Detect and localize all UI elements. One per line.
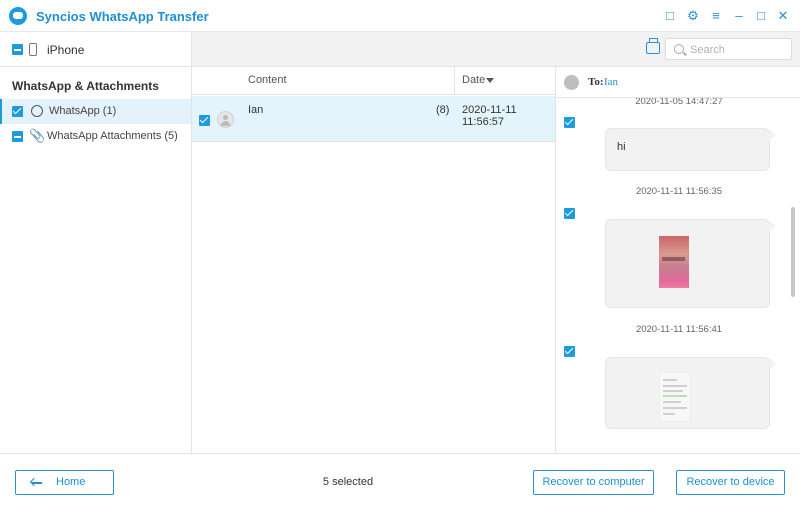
sidebar: iPhone WhatsApp & Attachments WhatsApp (… [0,32,192,453]
message-text: hi [617,141,626,153]
bottom-bar: Home 5 selected Recover to computer Reco… [0,453,800,510]
home-button[interactable]: Home [15,470,114,495]
close-icon[interactable]: ✕ [775,8,791,24]
search-box[interactable] [665,38,792,60]
table-row[interactable]: Ian (8) 2020-11-11 11:56:57 [192,96,555,142]
sidebar-item-whatsapp[interactable]: WhatsApp (1) [0,99,191,124]
photo-attachment[interactable] [659,236,689,288]
row-checkbox[interactable] [199,115,210,126]
recover-to-device-button[interactable]: Recover to device [676,470,785,495]
conversation-header: To: Ian [556,67,800,98]
device-name: iPhone [47,43,85,57]
sidebar-item-label: WhatsApp Attachments (5) [47,130,178,142]
conversation-panel: 2020-11-05 14:47:27 hi .bubble:nth-of-ty… [556,67,800,453]
avatar [217,111,234,128]
message-timestamp: 2020-11-11 11:56:35 [635,186,723,197]
row-date: 2020-11-11 11:56:57 [462,104,517,128]
scrollbar[interactable] [791,207,795,297]
print-icon[interactable] [646,38,660,54]
row-message-count: (8) [436,104,450,116]
section-title: WhatsApp & Attachments [12,79,159,93]
contact-avatar [564,75,579,90]
home-label: Home [56,476,86,488]
device-checkbox[interactable] [12,44,23,55]
column-divider [454,67,455,95]
recover-to-computer-button[interactable]: Recover to computer [533,470,654,495]
screenshot-attachment[interactable] [659,372,691,422]
column-header-date[interactable]: Date [462,74,485,86]
message-timestamp: 2020-11-11 11:56:41 [635,324,723,335]
message-checkbox[interactable] [564,346,575,357]
message-checkbox[interactable] [564,117,575,128]
conversation-list: Content Date Ian (8) 2020-11-11 11:56:57 [192,67,556,453]
whatsapp-checkbox[interactable] [12,106,23,117]
device-row[interactable]: iPhone [0,32,191,67]
toolbar [192,32,800,67]
list-header: Content Date [192,67,555,95]
row-contact-name: Ian [248,104,264,116]
message-bubble-photo [605,219,776,308]
message-checkbox[interactable] [564,208,575,219]
menu-icon[interactable]: ≡ [708,8,724,24]
search-input[interactable] [690,42,786,57]
column-header-content[interactable]: Content [248,74,287,86]
attachments-checkbox[interactable] [12,131,23,142]
message-bubble: hi [605,128,776,171]
whatsapp-icon [31,105,43,117]
gear-icon[interactable]: ⚙ [685,8,701,24]
search-icon [674,44,684,54]
sort-down-icon[interactable] [486,78,494,83]
sidebar-item-label: WhatsApp (1) [49,105,117,117]
paperclip-icon: 📎 [29,128,46,143]
minimize-icon[interactable]: – [731,8,747,24]
maximize-icon[interactable]: □ [753,8,769,24]
phone-icon [29,43,37,56]
message-icon[interactable]: □ [662,8,678,24]
title-bar: Syncios WhatsApp Transfer □ ⚙ ≡ – □ ✕ [0,0,800,32]
message-bubble-screenshot [605,357,776,429]
arrow-left-icon [32,482,42,484]
to-label: To: [588,76,604,88]
sidebar-item-whatsapp-attachments[interactable]: 📎 WhatsApp Attachments (5) [0,124,191,149]
selected-count: 5 selected [322,476,374,488]
app-logo-icon [9,7,27,25]
app-title: Syncios WhatsApp Transfer [36,9,209,24]
contact-name: Ian [604,76,619,88]
